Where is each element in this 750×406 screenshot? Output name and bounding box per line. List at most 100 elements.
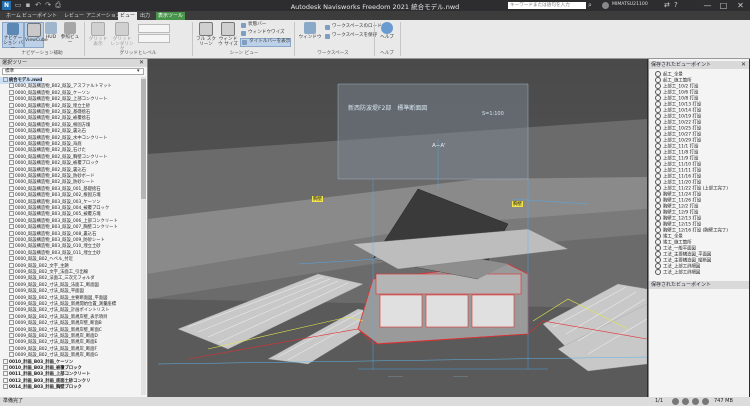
expand-toggle-icon[interactable] <box>9 288 14 294</box>
expand-toggle-icon[interactable] <box>9 83 14 89</box>
3d-viewport[interactable]: ――――― ――――― 新西防波堤F2部 標準断面図 S=1:100 A−A' 胸… <box>148 59 647 397</box>
expand-toggle-icon[interactable] <box>9 179 14 185</box>
expand-toggle-icon[interactable] <box>9 320 14 326</box>
expand-toggle-icon[interactable] <box>9 89 14 95</box>
expand-toggle-icon[interactable] <box>9 198 14 204</box>
expand-toggle-icon[interactable] <box>9 333 14 338</box>
title-bar: N ▭ ▪ ↶ ↷ ⎙ Autodesk Navisworks Freedom … <box>0 0 750 11</box>
viewpoint-item[interactable]: 工法_上部工詳細図 <box>655 269 700 276</box>
tree-filter-select[interactable]: 標準 <box>2 68 144 75</box>
section-label: A−A' <box>432 143 446 149</box>
window-wise-toggle[interactable]: ウィンドウワイズ <box>240 30 285 37</box>
expand-toggle-icon[interactable] <box>9 134 14 140</box>
expand-toggle-icon[interactable] <box>9 211 14 217</box>
expand-toggle-icon[interactable] <box>9 205 14 210</box>
expand-toggle-icon[interactable] <box>9 326 14 332</box>
expand-toggle-icon[interactable] <box>9 313 14 319</box>
tree-item-label: 0009_既設_B02_寸法_既設_新規岸_断面F <box>15 346 97 352</box>
full-screen-button[interactable]: フル スクリーン <box>196 22 216 47</box>
expand-toggle-icon[interactable] <box>9 294 14 300</box>
expand-toggle-icon[interactable] <box>9 230 14 236</box>
hud-button[interactable]: HUD <box>44 22 58 46</box>
expand-toggle-icon[interactable] <box>9 339 14 345</box>
window-size-button[interactable]: ウィンドウ サイズ <box>218 22 238 47</box>
tab-view[interactable]: ビュー <box>118 12 138 20</box>
tree-item-label: 0000_既設構造物_B03_既設_010_埋立土砂 <box>15 244 101 250</box>
expand-toggle-icon[interactable] <box>9 141 14 146</box>
grid-level-dropdown[interactable] <box>138 24 170 33</box>
expand-toggle-icon[interactable] <box>9 345 14 351</box>
tree-item-label: 0000_既設構造物_B02_既設_埋立土砂 <box>15 103 91 109</box>
expand-toggle-icon[interactable] <box>3 358 8 364</box>
panel-close-icon[interactable]: ✕ <box>741 61 746 69</box>
user-name[interactable]: MIMATSU21100 <box>612 2 648 7</box>
grid-rendering-button[interactable]: グリッド レンダリング <box>110 22 134 52</box>
search-input[interactable]: キーワードまたは語句を入力 <box>508 2 586 9</box>
expand-toggle-icon[interactable] <box>3 377 8 383</box>
tree-item-label: 0009_既設_B02_寸法_既設_新規岸_断面D <box>15 334 98 339</box>
expand-toggle-icon[interactable] <box>9 249 14 255</box>
expand-toggle-icon[interactable] <box>3 371 8 377</box>
exchange-icon[interactable]: ⇄ <box>664 1 670 9</box>
expand-toggle-icon[interactable] <box>9 115 14 121</box>
help-button[interactable]: ヘルプ <box>378 22 396 46</box>
expand-toggle-icon[interactable] <box>3 365 8 370</box>
expand-toggle-icon[interactable] <box>9 121 14 127</box>
ribbon-tabs: ホーム ビューポイント レビュー アニメーション ビュー 出力 表示ツール <box>0 11 750 20</box>
tab-review[interactable]: レビュー <box>62 12 86 20</box>
expand-toggle-icon[interactable] <box>9 192 14 198</box>
expand-toggle-icon[interactable] <box>9 173 14 178</box>
expand-toggle-icon[interactable] <box>9 109 14 114</box>
reference-view-icon <box>64 22 76 34</box>
tree-item-label: 0009_既設_B02_寸法_既設_新規岸_断面G <box>15 353 98 359</box>
expand-toggle-icon[interactable] <box>9 166 14 172</box>
navigation-bar-button[interactable]: ナビゲーション バー <box>2 22 24 51</box>
reference-view-button[interactable]: 参照ビュー <box>60 22 80 46</box>
expand-toggle-icon[interactable] <box>9 224 14 230</box>
maximize-button[interactable]: □ <box>716 0 731 11</box>
windows-button[interactable]: ウィンドウ <box>298 22 322 46</box>
expand-toggle-icon[interactable] <box>9 147 14 153</box>
tree-scrollbar-thumb[interactable] <box>141 79 146 199</box>
expand-toggle-icon[interactable] <box>9 256 14 262</box>
chevron-down-icon[interactable]: ▾ <box>137 68 140 75</box>
expand-toggle-icon[interactable] <box>9 275 14 281</box>
title-bar-toggle[interactable]: タイトルバーを表示 <box>240 38 292 47</box>
windows-icon <box>304 22 316 34</box>
grid-rendering-icon <box>115 22 129 36</box>
expand-toggle-icon[interactable] <box>9 262 14 268</box>
tree-item-label: 0009_既設_B02_寸法_既設_平面図 <box>15 289 84 295</box>
expand-toggle-icon[interactable] <box>9 128 14 134</box>
grid-level-dropdown-2[interactable] <box>138 34 170 43</box>
expand-toggle-icon[interactable] <box>9 217 14 223</box>
expand-toggle-icon[interactable] <box>9 281 14 287</box>
grid-show-button[interactable]: グリッド表示 <box>88 22 108 47</box>
expand-toggle-icon[interactable] <box>9 352 14 358</box>
close-button[interactable]: ✕ <box>733 0 748 11</box>
expand-toggle-icon[interactable] <box>9 243 14 249</box>
expand-toggle-icon[interactable] <box>3 384 8 390</box>
minimize-button[interactable]: — <box>700 0 715 11</box>
status-bar-toggle[interactable]: 状態バー <box>240 22 266 29</box>
expand-toggle-icon[interactable] <box>9 96 14 102</box>
tab-animation[interactable]: アニメーション <box>84 12 123 20</box>
tree-item[interactable]: 0014_計画_B03_計画_胸壁ブロック <box>0 384 82 391</box>
expand-toggle-icon[interactable] <box>9 185 14 191</box>
user-icon[interactable] <box>602 2 609 9</box>
panel-close-icon[interactable]: ✕ <box>139 59 144 67</box>
expand-toggle-icon[interactable] <box>3 77 8 82</box>
viewcube-button[interactable]: ViewCube <box>24 22 48 48</box>
expand-toggle-icon[interactable] <box>9 269 14 274</box>
tab-viewpoint[interactable]: ビューポイント <box>20 12 59 20</box>
tab-output[interactable]: 出力 <box>138 12 152 20</box>
expand-toggle-icon[interactable] <box>9 237 14 242</box>
expand-toggle-icon[interactable] <box>9 102 14 108</box>
search-icon[interactable]: ⌕ <box>588 1 592 10</box>
tab-display-tools[interactable]: 表示ツール <box>156 12 186 20</box>
help-icon[interactable]: ? <box>674 1 678 9</box>
save-workspace-button[interactable]: ワークスペースを保存 <box>324 33 377 40</box>
expand-toggle-icon[interactable] <box>9 153 14 159</box>
expand-toggle-icon[interactable] <box>9 160 14 166</box>
expand-toggle-icon[interactable] <box>9 307 14 313</box>
expand-toggle-icon[interactable] <box>9 301 14 306</box>
